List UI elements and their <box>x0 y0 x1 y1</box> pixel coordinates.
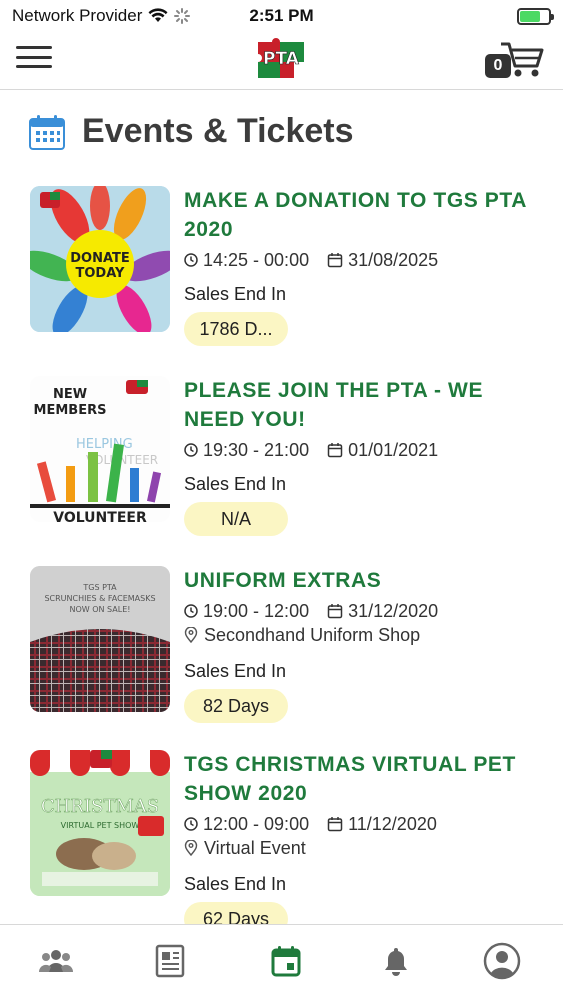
bell-icon <box>385 948 407 976</box>
event-time-text: 14:25 - 00:00 <box>203 249 310 270</box>
sales-end-label: Sales End In <box>184 474 287 494</box>
new-members-image: NEW MEMBERS HELPING VOLUNTEER VOLUNTEER <box>30 376 170 522</box>
tab-members[interactable] <box>36 941 76 981</box>
svg-text:MEMBERS: MEMBERS <box>34 403 107 418</box>
event-time-text: 12:00 - 09:00 <box>203 813 310 834</box>
newsletter-icon <box>155 944 185 978</box>
event-datetime: 19:00 - 12:00 31/12/2020 <box>184 599 543 623</box>
calendar-icon <box>271 946 301 977</box>
event-date-text: 11/12/2020 <box>348 813 437 834</box>
date-icon <box>327 443 343 458</box>
location-pin-icon <box>184 840 198 856</box>
status-bar: Network Provider 2:51 PM <box>0 0 563 32</box>
event-time: 12:00 - 09:00 <box>184 814 309 835</box>
event-location-text: Virtual Event <box>204 837 306 858</box>
bottom-tab-bar <box>0 924 563 1000</box>
donate-today-image: DONATE TODAY <box>30 186 170 332</box>
event-time: 19:00 - 12:00 <box>184 601 309 622</box>
event-datetime: 12:00 - 09:00 11/12/2020 <box>184 812 543 836</box>
event-thumbnail[interactable]: DONATE TODAY <box>30 186 170 332</box>
facemask-image: TGS PTA SCRUNCHIES & FACEMASKS NOW ON SA… <box>30 566 170 712</box>
date-icon <box>327 604 343 619</box>
event-date: 31/12/2020 <box>327 601 438 622</box>
sales-end-label: Sales End In <box>184 284 287 304</box>
svg-text:NOW ON SALE!: NOW ON SALE! <box>70 605 131 614</box>
event-date-text: 31/08/2025 <box>348 249 439 270</box>
cart-count-badge: 0 <box>485 54 511 78</box>
event-datetime: 14:25 - 00:00 31/08/2025 <box>184 248 543 272</box>
sales-end-label: Sales End In <box>184 661 287 681</box>
clock-icon <box>184 817 198 831</box>
svg-text:TODAY: TODAY <box>76 266 126 281</box>
event-title[interactable]: UNIFORM EXTRAS <box>184 566 543 595</box>
svg-text:SCRUNCHIES & FACEMASKS: SCRUNCHIES & FACEMASKS <box>44 594 155 603</box>
event-thumbnail[interactable]: TGS PTA SCRUNCHIES & FACEMASKS NOW ON SA… <box>30 566 170 712</box>
svg-text:TGS PTA: TGS PTA <box>82 583 117 592</box>
clock-icon <box>184 443 198 457</box>
event-title[interactable]: MAKE A DONATION TO TGS PTA 2020 <box>184 186 543 244</box>
logo-text: PTA <box>263 49 300 69</box>
event-list[interactable]: DONATE TODAY MAKE A DONATION TO TGS PTA … <box>0 176 563 924</box>
sales-end-label: Sales End In <box>184 874 287 894</box>
event-location: Virtual Event <box>184 836 543 860</box>
event-date: 01/01/2021 <box>327 440 438 461</box>
top-nav-bar: PTA 0 <box>0 32 563 90</box>
event-location: Secondhand Uniform Shop <box>184 623 543 647</box>
page-heading: Events & Tickets <box>28 112 354 151</box>
battery-icon <box>517 8 554 25</box>
event-time: 14:25 - 00:00 <box>184 250 309 271</box>
tab-profile[interactable] <box>482 941 522 981</box>
sales-end-badge: 1786 D... <box>184 312 288 346</box>
event-thumbnail[interactable]: CHRISTMAS VIRTUAL PET SHOW <box>30 750 170 896</box>
event-title[interactable]: PLEASE JOIN THE PTA - WE NEED YOU! <box>184 376 543 434</box>
hamburger-menu-button[interactable] <box>16 42 52 72</box>
svg-text:VOLUNTEER: VOLUNTEER <box>53 510 147 522</box>
event-datetime: 19:30 - 21:00 01/01/2021 <box>184 438 543 462</box>
sales-end-badge: 82 Days <box>184 689 288 723</box>
event-time-text: 19:00 - 12:00 <box>203 600 310 621</box>
clock: 2:51 PM <box>249 6 314 25</box>
location-pin-icon <box>184 627 198 643</box>
date-icon <box>327 253 343 268</box>
sales-end-badge: 62 Days <box>184 902 288 924</box>
clock-icon <box>184 604 198 618</box>
svg-text:VIRTUAL PET SHOW: VIRTUAL PET SHOW <box>61 821 140 830</box>
tab-events[interactable] <box>266 941 306 981</box>
christmas-pet-show-image: CHRISTMAS VIRTUAL PET SHOW <box>30 750 170 896</box>
calendar-icon <box>29 114 65 150</box>
svg-text:NEW: NEW <box>53 387 87 402</box>
event-location-text: Secondhand Uniform Shop <box>204 624 421 645</box>
cart-button[interactable]: 0 <box>485 38 545 82</box>
clock-icon <box>184 253 198 267</box>
event-date: 31/08/2025 <box>327 250 438 271</box>
event-date: 11/12/2020 <box>327 814 437 835</box>
pta-logo: PTA <box>258 38 304 78</box>
svg-text:HELPING: HELPING <box>76 437 133 452</box>
event-date-text: 01/01/2021 <box>348 439 439 460</box>
tab-notifications[interactable] <box>376 941 416 981</box>
event-date-text: 31/12/2020 <box>348 600 439 621</box>
group-icon <box>39 950 73 972</box>
event-time: 19:30 - 21:00 <box>184 440 309 461</box>
event-time-text: 19:30 - 21:00 <box>203 439 310 460</box>
svg-text:DONATE: DONATE <box>70 251 130 266</box>
page-title: Events & Tickets <box>82 112 354 150</box>
svg-text:CHRISTMAS: CHRISTMAS <box>41 796 159 817</box>
sales-end-badge: N/A <box>184 502 288 536</box>
tab-news[interactable] <box>150 941 190 981</box>
profile-icon <box>483 942 521 980</box>
event-title[interactable]: TGS CHRISTMAS VIRTUAL PET SHOW 2020 <box>184 750 543 808</box>
event-thumbnail[interactable]: NEW MEMBERS HELPING VOLUNTEER VOLUNTEER <box>30 376 170 522</box>
date-icon <box>327 817 343 832</box>
